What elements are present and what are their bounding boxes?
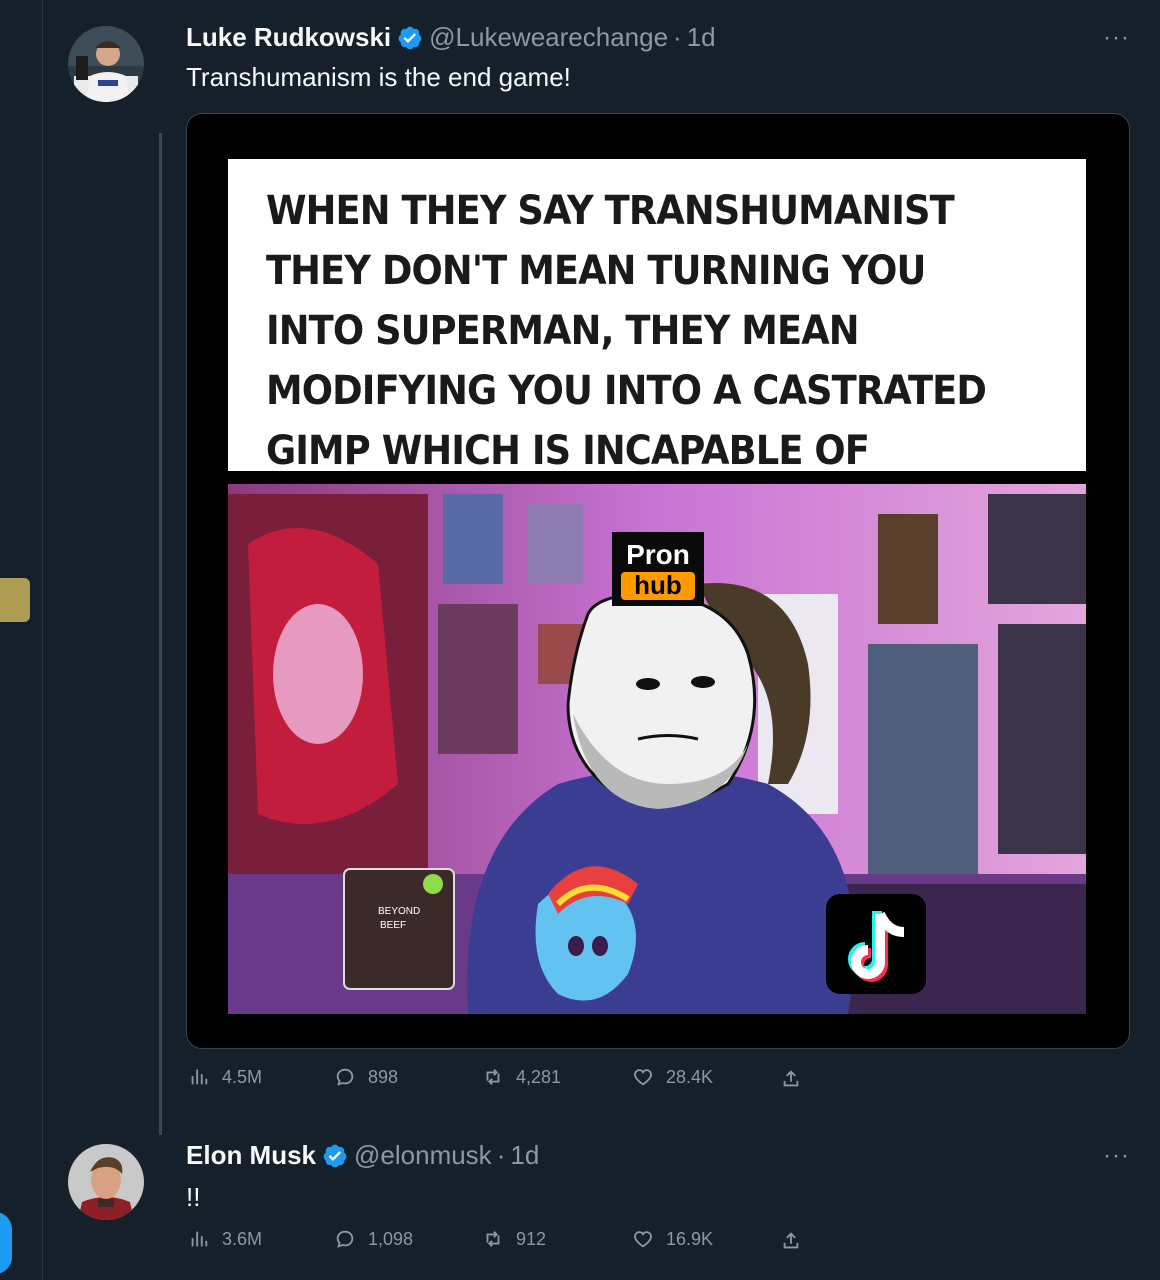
- like-icon: [634, 1231, 652, 1248]
- retweet-icon: [486, 1231, 500, 1247]
- more-icon[interactable]: ···: [1103, 1142, 1130, 1170]
- avatar-elon[interactable]: [68, 1144, 144, 1220]
- tweet-luke[interactable]: Luke Rudkowski @Lukewearechange · 1d ···…: [42, 0, 1160, 1135]
- views-button[interactable]: 4.5M: [188, 1066, 262, 1088]
- retweet-count: 912: [516, 1228, 547, 1249]
- retweet-count: 4,281: [516, 1066, 562, 1087]
- views-icon: [191, 1231, 208, 1247]
- reply-count: 898: [368, 1066, 399, 1087]
- like-count: 28.4K: [666, 1066, 714, 1087]
- tweet-text: !!: [186, 1182, 201, 1212]
- meme-caption-box: WHEN THEY SAY TRANSHUMANIST THEY DON'T M…: [228, 159, 1086, 534]
- reply-button[interactable]: 898: [334, 1066, 398, 1088]
- share-icon: [783, 1070, 799, 1087]
- tweet-actions: 4.5M 898 4,281 28.4K: [188, 1066, 828, 1098]
- views-icon: [191, 1069, 208, 1085]
- reply-icon: [336, 1230, 354, 1248]
- share-button[interactable]: [780, 1068, 802, 1095]
- compose-button[interactable]: [0, 1212, 12, 1274]
- verified-badge-icon: [323, 1144, 347, 1167]
- views-button[interactable]: 3.6M: [188, 1228, 262, 1250]
- views-count: 4.5M: [222, 1066, 263, 1087]
- verified-badge-icon: [398, 26, 422, 49]
- reply-button[interactable]: 1,098: [334, 1228, 413, 1250]
- share-icon: [783, 1232, 799, 1249]
- tweet-elon[interactable]: Elon Musk @elonmusk · 1d ··· !! 3.6M 1,0…: [42, 1130, 1160, 1280]
- retweet-button[interactable]: 912: [482, 1228, 546, 1250]
- tweet-media[interactable]: WHEN THEY SAY TRANSHUMANIST THEY DON'T M…: [186, 113, 1130, 1049]
- avatar-luke[interactable]: [68, 26, 144, 102]
- like-count: 16.9K: [666, 1228, 714, 1249]
- tweet-header: Elon Musk @elonmusk · 1d: [186, 1140, 539, 1171]
- meme-illustration: Pron hub BEYOND BEEF: [228, 484, 1086, 1014]
- author-handle[interactable]: @Lukewearechange: [429, 22, 668, 53]
- retweet-button[interactable]: 4,281: [482, 1066, 561, 1088]
- like-button[interactable]: 16.9K: [632, 1228, 713, 1250]
- views-count: 3.6M: [222, 1228, 263, 1249]
- author-handle[interactable]: @elonmusk: [354, 1140, 492, 1171]
- separator-dot: ·: [673, 22, 682, 52]
- like-button[interactable]: 28.4K: [632, 1066, 713, 1088]
- tweet-actions: 3.6M 1,098 912 16.9K: [188, 1228, 828, 1260]
- package-text-top: BEYOND: [378, 906, 420, 917]
- tweet-text: Transhumanism is the end game!: [186, 62, 571, 92]
- like-icon: [634, 1069, 652, 1086]
- reply-icon: [336, 1068, 354, 1086]
- retweet-icon: [486, 1069, 500, 1085]
- rail-marker: [0, 578, 30, 622]
- package-text-bottom: BEEF: [380, 920, 406, 931]
- left-rail: [0, 0, 43, 1280]
- share-button[interactable]: [780, 1230, 802, 1257]
- logo-text-bottom: hub: [634, 570, 682, 600]
- more-icon[interactable]: ···: [1103, 24, 1130, 52]
- timestamp[interactable]: 1d: [510, 1140, 539, 1171]
- reply-count: 1,098: [368, 1228, 414, 1249]
- timestamp[interactable]: 1d: [687, 22, 716, 53]
- author-name[interactable]: Luke Rudkowski: [186, 22, 391, 53]
- author-name[interactable]: Elon Musk: [186, 1140, 316, 1171]
- thread-line: [159, 133, 162, 1135]
- logo-text-top: Pron: [626, 539, 690, 570]
- tweet-header: Luke Rudkowski @Lukewearechange · 1d: [186, 22, 716, 53]
- separator-dot: ·: [496, 1140, 506, 1170]
